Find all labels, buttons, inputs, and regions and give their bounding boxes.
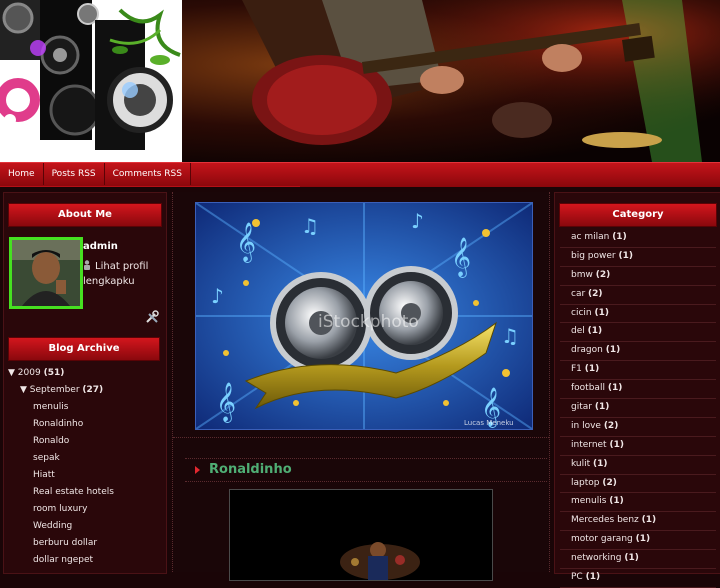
svg-text:𝄞: 𝄞 [216,382,236,423]
right-sidebar: Category ac milan (1) big power (1) bmw … [554,192,720,588]
category-item[interactable]: laptop (2) [560,475,716,494]
archive-post-link[interactable]: Hiatt [8,467,114,484]
person-icon [83,260,91,270]
archive-post-link[interactable]: dollar ngepet [8,552,114,569]
archive-year[interactable]: ▼ 2009 (51) [8,365,114,382]
archive-month-count: (27) [82,385,104,395]
category-title: Category [559,203,717,227]
post-image [229,489,493,581]
category-item[interactable]: F1 (1) [560,361,716,381]
category-item[interactable]: cicin (1) [560,305,716,324]
profile-link[interactable]: Lihat profil lengkapku [83,259,163,289]
nav-divider [0,186,300,187]
main-content: 𝄞 𝄞 𝄞 𝄞 ♫ ♪ ♪ ♫ iStockphoto Lucas Meneku R… [172,192,550,581]
category-item[interactable]: in love (2) [560,418,716,437]
category-item[interactable]: kulit (1) [560,456,716,475]
category-list: ac milan (1) big power (1) bmw (2) car (… [560,229,716,588]
category-item[interactable]: dragon (1) [560,342,716,362]
archive-list: ▼ 2009 (51) ▼ September (27) menulis Ron… [8,365,114,569]
category-item[interactable]: networking (1) [560,550,716,570]
category-item[interactable]: bmw (2) [560,267,716,286]
svg-text:♪: ♪ [411,209,424,233]
category-item[interactable]: ac milan (1) [560,229,716,248]
category-item[interactable]: car (2) [560,286,716,305]
archive-month-label: September [29,385,80,395]
svg-text:♫: ♫ [301,214,319,238]
archive-year-count: (51) [43,368,65,378]
banner-credit: Lucas Meneku [464,419,514,427]
svg-text:𝄞: 𝄞 [451,237,471,278]
post-separator [173,437,549,439]
archive-post-link[interactable]: berburu dollar [8,535,114,552]
category-item[interactable]: motor garang (1) [560,531,716,551]
wrench-screwdriver-icon[interactable] [145,309,159,323]
nav-home[interactable]: Home [0,163,44,185]
archive-year-label: 2009 [17,368,41,378]
speakers-banner-image: 𝄞 𝄞 𝄞 𝄞 ♫ ♪ ♪ ♫ iStockphoto Lucas Meneku [195,202,533,430]
archive-post-link[interactable]: room luxury [8,501,114,518]
category-item[interactable]: menulis (1) [560,493,716,513]
archive-post-link[interactable]: Real estate hotels [8,484,114,501]
site-header [0,0,720,162]
archive-month[interactable]: ▼ September (27) [8,382,114,399]
svg-text:♫: ♫ [501,324,519,348]
blog-archive-title: Blog Archive [8,337,160,361]
archive-post-link[interactable]: sepak [8,450,114,467]
profile-name[interactable]: admin [83,241,118,252]
guitarist-photo [182,0,720,162]
archive-post-link[interactable]: Ronaldo [8,433,114,450]
post-title[interactable]: Ronaldinho [209,462,292,477]
category-item[interactable]: internet (1) [560,437,716,456]
category-item[interactable]: football (1) [560,380,716,400]
triangle-down-icon[interactable]: ▼ [20,385,27,395]
svg-text:𝄞: 𝄞 [236,222,256,263]
nav-posts-rss[interactable]: Posts RSS [44,163,105,185]
svg-text:♪: ♪ [211,284,224,308]
triangle-down-icon[interactable]: ▼ [8,368,15,378]
left-sidebar: About Me admin Lihat profil lengkapku Bl… [3,192,167,574]
category-item[interactable]: del (1) [560,323,716,343]
avatar[interactable] [9,237,83,309]
post-header: Ronaldinho [185,458,547,482]
archive-post-link[interactable]: Ronaldinho [8,416,114,433]
profile-link-label: Lihat profil lengkapku [83,261,149,287]
archive-post-link[interactable]: Wedding [8,518,114,535]
category-item[interactable]: PC (1) [560,569,716,588]
archive-post-link[interactable]: menulis [8,399,114,416]
category-item[interactable]: Mercedes benz (1) [560,512,716,532]
arrow-right-icon [195,466,200,474]
category-item[interactable]: gitar (1) [560,399,716,418]
speakers-artwork [0,0,182,162]
about-me-title: About Me [8,203,162,227]
nav-comments-rss[interactable]: Comments RSS [105,163,191,185]
category-item[interactable]: big power (1) [560,248,716,267]
banner-watermark: iStockphoto [318,312,419,332]
top-navigation: Home Posts RSS Comments RSS [0,162,720,187]
